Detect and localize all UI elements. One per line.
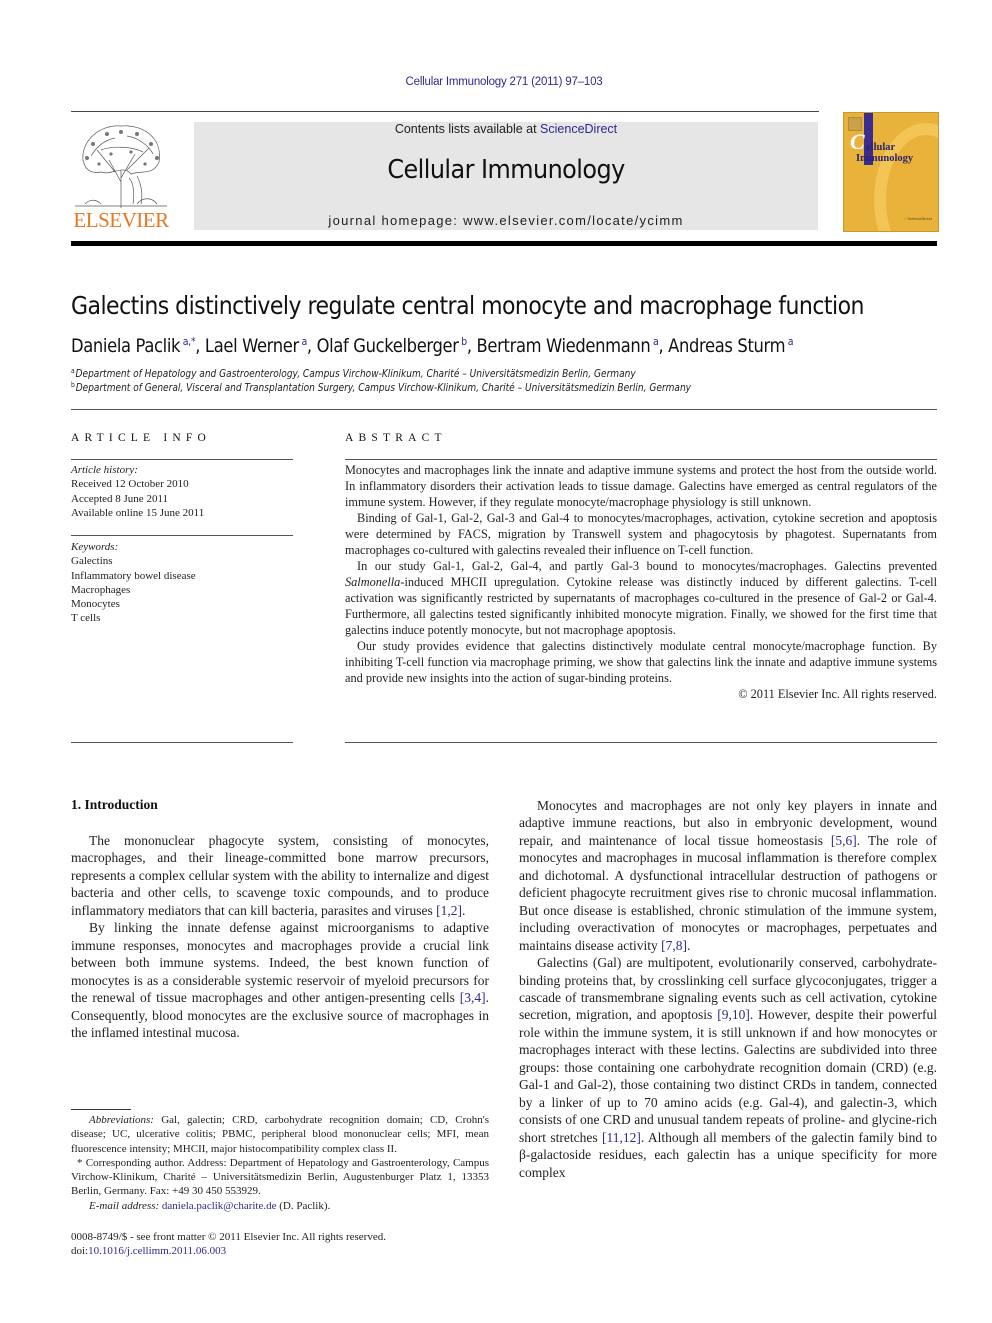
cover-initial: C <box>850 129 865 154</box>
journal-banner: Contents lists available at ScienceDirec… <box>194 122 818 230</box>
article-history-label: Article history: <box>71 464 138 476</box>
body-paragraph: The mononuclear phagocyte system, consis… <box>71 833 489 918</box>
body-paragraph: By linking the innate defense against mi… <box>71 920 489 1040</box>
journal-cover-thumbnail[interactable]: C ellular Immunology ◌ ScienceDirect <box>843 112 939 232</box>
history-received: Received 12 October 2010 <box>71 478 189 491</box>
body-paragraph: Monocytes and macrophages are not only k… <box>519 798 937 953</box>
keyword: T cells <box>71 612 101 625</box>
article-history: Article history: Received 12 October 201… <box>71 463 293 520</box>
doi-line: doi:10.1016/j.cellimm.2011.06.003 <box>71 1245 227 1258</box>
imprint: 0008-8749/$ - see front matter © 2011 El… <box>71 1230 386 1259</box>
sciencedirect-link[interactable]: ScienceDirect <box>540 122 617 136</box>
journal-name: Cellular Immunology <box>387 155 625 185</box>
affiliation-a: aDepartment of Hepatology and Gastroente… <box>71 367 636 380</box>
author[interactable]: Olaf Guckelberger b <box>317 335 468 357</box>
history-accepted: Accepted 8 June 2011 <box>71 492 169 505</box>
cover-sciencedirect-icon: ◌ ScienceDirect <box>903 216 932 221</box>
article-info-bottom-rule <box>71 742 293 743</box>
citation-link[interactable]: [1,2] <box>436 903 462 918</box>
abstract-rule <box>345 459 937 460</box>
author[interactable]: Andreas Sturm a <box>668 335 793 357</box>
author[interactable]: Daniela Paclik a,* <box>71 335 196 357</box>
abbreviations-footnote: Abbreviations: Gal, galectin; CRD, carbo… <box>71 1114 489 1155</box>
header-thick-rule <box>71 241 937 246</box>
corresponding-author-footnote: * Corresponding author. Address: Departm… <box>71 1156 489 1198</box>
abstract-heading: ABSTRACT <box>345 432 447 444</box>
elsevier-wordmark: ELSEVIER <box>73 208 169 232</box>
footnotes: Abbreviations: Gal, galectin; CRD, carbo… <box>71 1113 489 1213</box>
history-online: Available online 15 June 2011 <box>71 506 205 519</box>
citation-link[interactable]: [5,6] <box>831 833 857 848</box>
abstract-paragraph: Our study provides evidence that galecti… <box>345 639 937 685</box>
cover-title: C ellular Immunology <box>850 131 914 165</box>
abstract-paragraph: Binding of Gal-1, Gal-2, Gal-3 and Gal-4… <box>345 511 937 557</box>
author[interactable]: Bertram Wiedenmann a <box>477 335 659 357</box>
keywords-label: Keywords: <box>71 541 119 553</box>
email-link[interactable]: daniela.paclik@charite.de <box>162 1200 277 1212</box>
journal-homepage: journal homepage: www.elsevier.com/locat… <box>194 213 818 228</box>
contents-line: Contents lists available at ScienceDirec… <box>194 122 818 136</box>
issn-line: 0008-8749/$ - see front matter © 2011 El… <box>71 1231 386 1243</box>
citation-link[interactable]: [7,8] <box>661 938 687 953</box>
cover-title-line2: Immunology <box>856 153 914 164</box>
keyword: Inflammatory bowel disease <box>71 569 196 582</box>
citation-link[interactable]: [3,4] <box>460 990 486 1005</box>
body-paragraph: Galectins (Gal) are multipotent, evoluti… <box>519 955 937 1180</box>
author-list: Daniela Paclik a,*, Lael Werner a, Olaf Gu… <box>71 335 794 357</box>
article-info-rule <box>71 459 293 460</box>
email-footnote: E-mail address: daniela.paclik@charite.d… <box>89 1199 331 1212</box>
abstract-copyright: © 2011 Elsevier Inc. All rights reserved… <box>738 687 937 701</box>
section-heading-introduction: 1. Introduction <box>71 797 158 812</box>
keyword: Monocytes <box>71 598 120 611</box>
homepage-prefix: journal homepage: <box>328 213 464 228</box>
elsevier-logo[interactable]: ELSEVIER <box>71 120 171 232</box>
keyword: Macrophages <box>71 583 131 596</box>
abstract-paragraph: Monocytes and macrophages link the innat… <box>345 463 937 509</box>
top-rule <box>71 111 819 112</box>
title-block-rule <box>71 409 937 410</box>
footnote-rule <box>71 1109 131 1110</box>
elsevier-tree-icon <box>75 125 167 208</box>
body-column-left: The mononuclear phagocyte system, consis… <box>71 832 489 1041</box>
keyword: Galectins <box>71 555 113 568</box>
body-column-right: Monocytes and macrophages are not only k… <box>519 797 937 1181</box>
contents-prefix: Contents lists available at <box>394 122 541 136</box>
homepage-url-link[interactable]: www.elsevier.com/locate/ycimm <box>463 213 683 228</box>
abstract-bottom-rule <box>345 742 937 743</box>
keywords: Keywords: Galectins Inflammatory bowel d… <box>71 540 293 626</box>
citation-link[interactable]: [9,10] <box>717 1007 750 1022</box>
article-info-heading: ARTICLE INFO <box>71 432 211 444</box>
affiliation-b: bDepartment of General, Visceral and Tra… <box>71 381 692 394</box>
abstract-paragraph: In our study Gal-1, Gal-2, Gal-4, and pa… <box>345 559 937 637</box>
abstract-body: Monocytes and macrophages link the innat… <box>345 462 937 702</box>
citation-link[interactable]: [11,12] <box>602 1130 641 1145</box>
author[interactable]: Lael Werner a <box>205 335 307 357</box>
article-title: Galectins distinctively regulate central… <box>71 291 864 320</box>
author-affil-mark[interactable]: a <box>788 335 794 348</box>
author-affil-mark[interactable]: a,* <box>183 335 196 348</box>
keywords-rule <box>71 535 293 536</box>
doi-link[interactable]: 10.1016/j.cellimm.2011.06.003 <box>88 1245 226 1257</box>
running-head[interactable]: Cellular Immunology 271 (2011) 97–103 <box>0 76 992 88</box>
